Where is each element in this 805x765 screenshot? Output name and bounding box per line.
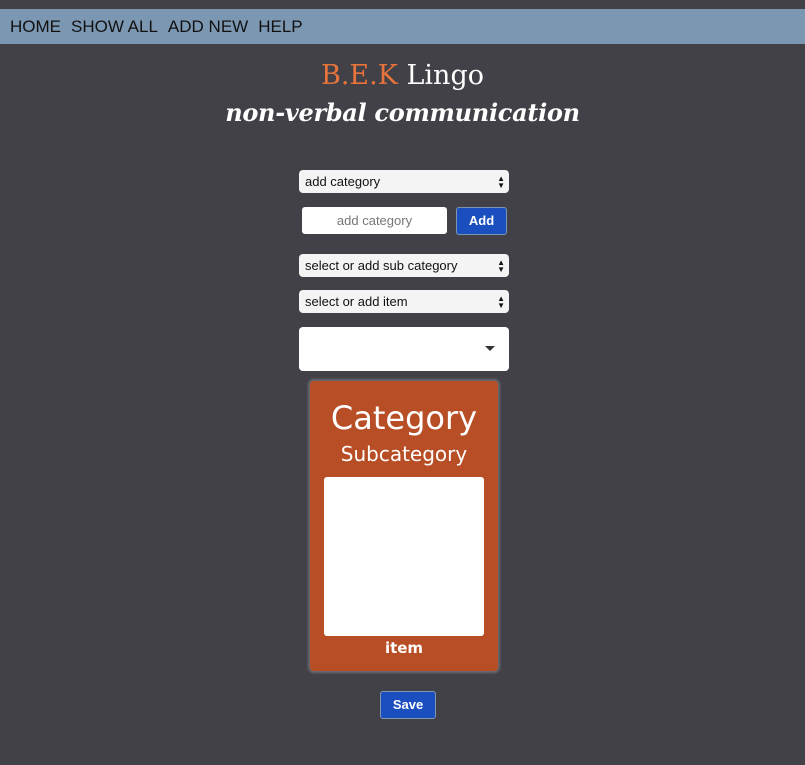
- item-select[interactable]: select or add item ▲ ▼: [299, 290, 509, 313]
- top-strip: [0, 0, 805, 9]
- subcategory-select[interactable]: select or add sub category ▲ ▼: [299, 254, 509, 277]
- app-name: Lingo: [406, 60, 484, 91]
- category-input-placeholder: add category: [336, 213, 413, 228]
- nav-home-link[interactable]: HOME: [10, 17, 61, 37]
- save-button[interactable]: Save: [380, 691, 436, 719]
- select-arrows-icon: ▲ ▼: [497, 173, 505, 190]
- nav-add-new-link[interactable]: ADD NEW: [168, 17, 248, 37]
- subcategory-select-value: select or add sub category: [305, 258, 458, 273]
- select-arrows-icon: ▲ ▼: [497, 293, 505, 310]
- category-select[interactable]: add category ▲ ▼: [299, 170, 509, 193]
- app-title: B.E.K Lingo: [0, 60, 805, 91]
- add-button[interactable]: Add: [456, 207, 507, 235]
- nav-help-link[interactable]: HELP: [258, 17, 302, 37]
- app-subtitle: non-verbal communication: [225, 98, 580, 127]
- card-item: item: [384, 639, 424, 657]
- card-subcategory: Subcategory: [340, 442, 468, 466]
- navbar: HOME SHOW ALL ADD NEW HELP: [0, 9, 805, 44]
- brand-name: B.E.K: [321, 60, 398, 91]
- category-input[interactable]: add category: [302, 207, 447, 234]
- select-arrows-icon: ▲ ▼: [497, 257, 505, 274]
- card-category: Category: [330, 399, 478, 437]
- image-select[interactable]: [299, 327, 509, 371]
- chevron-down-icon: [485, 346, 495, 351]
- card-image: [324, 477, 484, 636]
- category-select-value: add category: [305, 174, 381, 189]
- nav-show-all-link[interactable]: SHOW ALL: [71, 17, 158, 37]
- preview-card: Category Subcategory item: [310, 381, 498, 671]
- item-select-value: select or add item: [305, 294, 408, 309]
